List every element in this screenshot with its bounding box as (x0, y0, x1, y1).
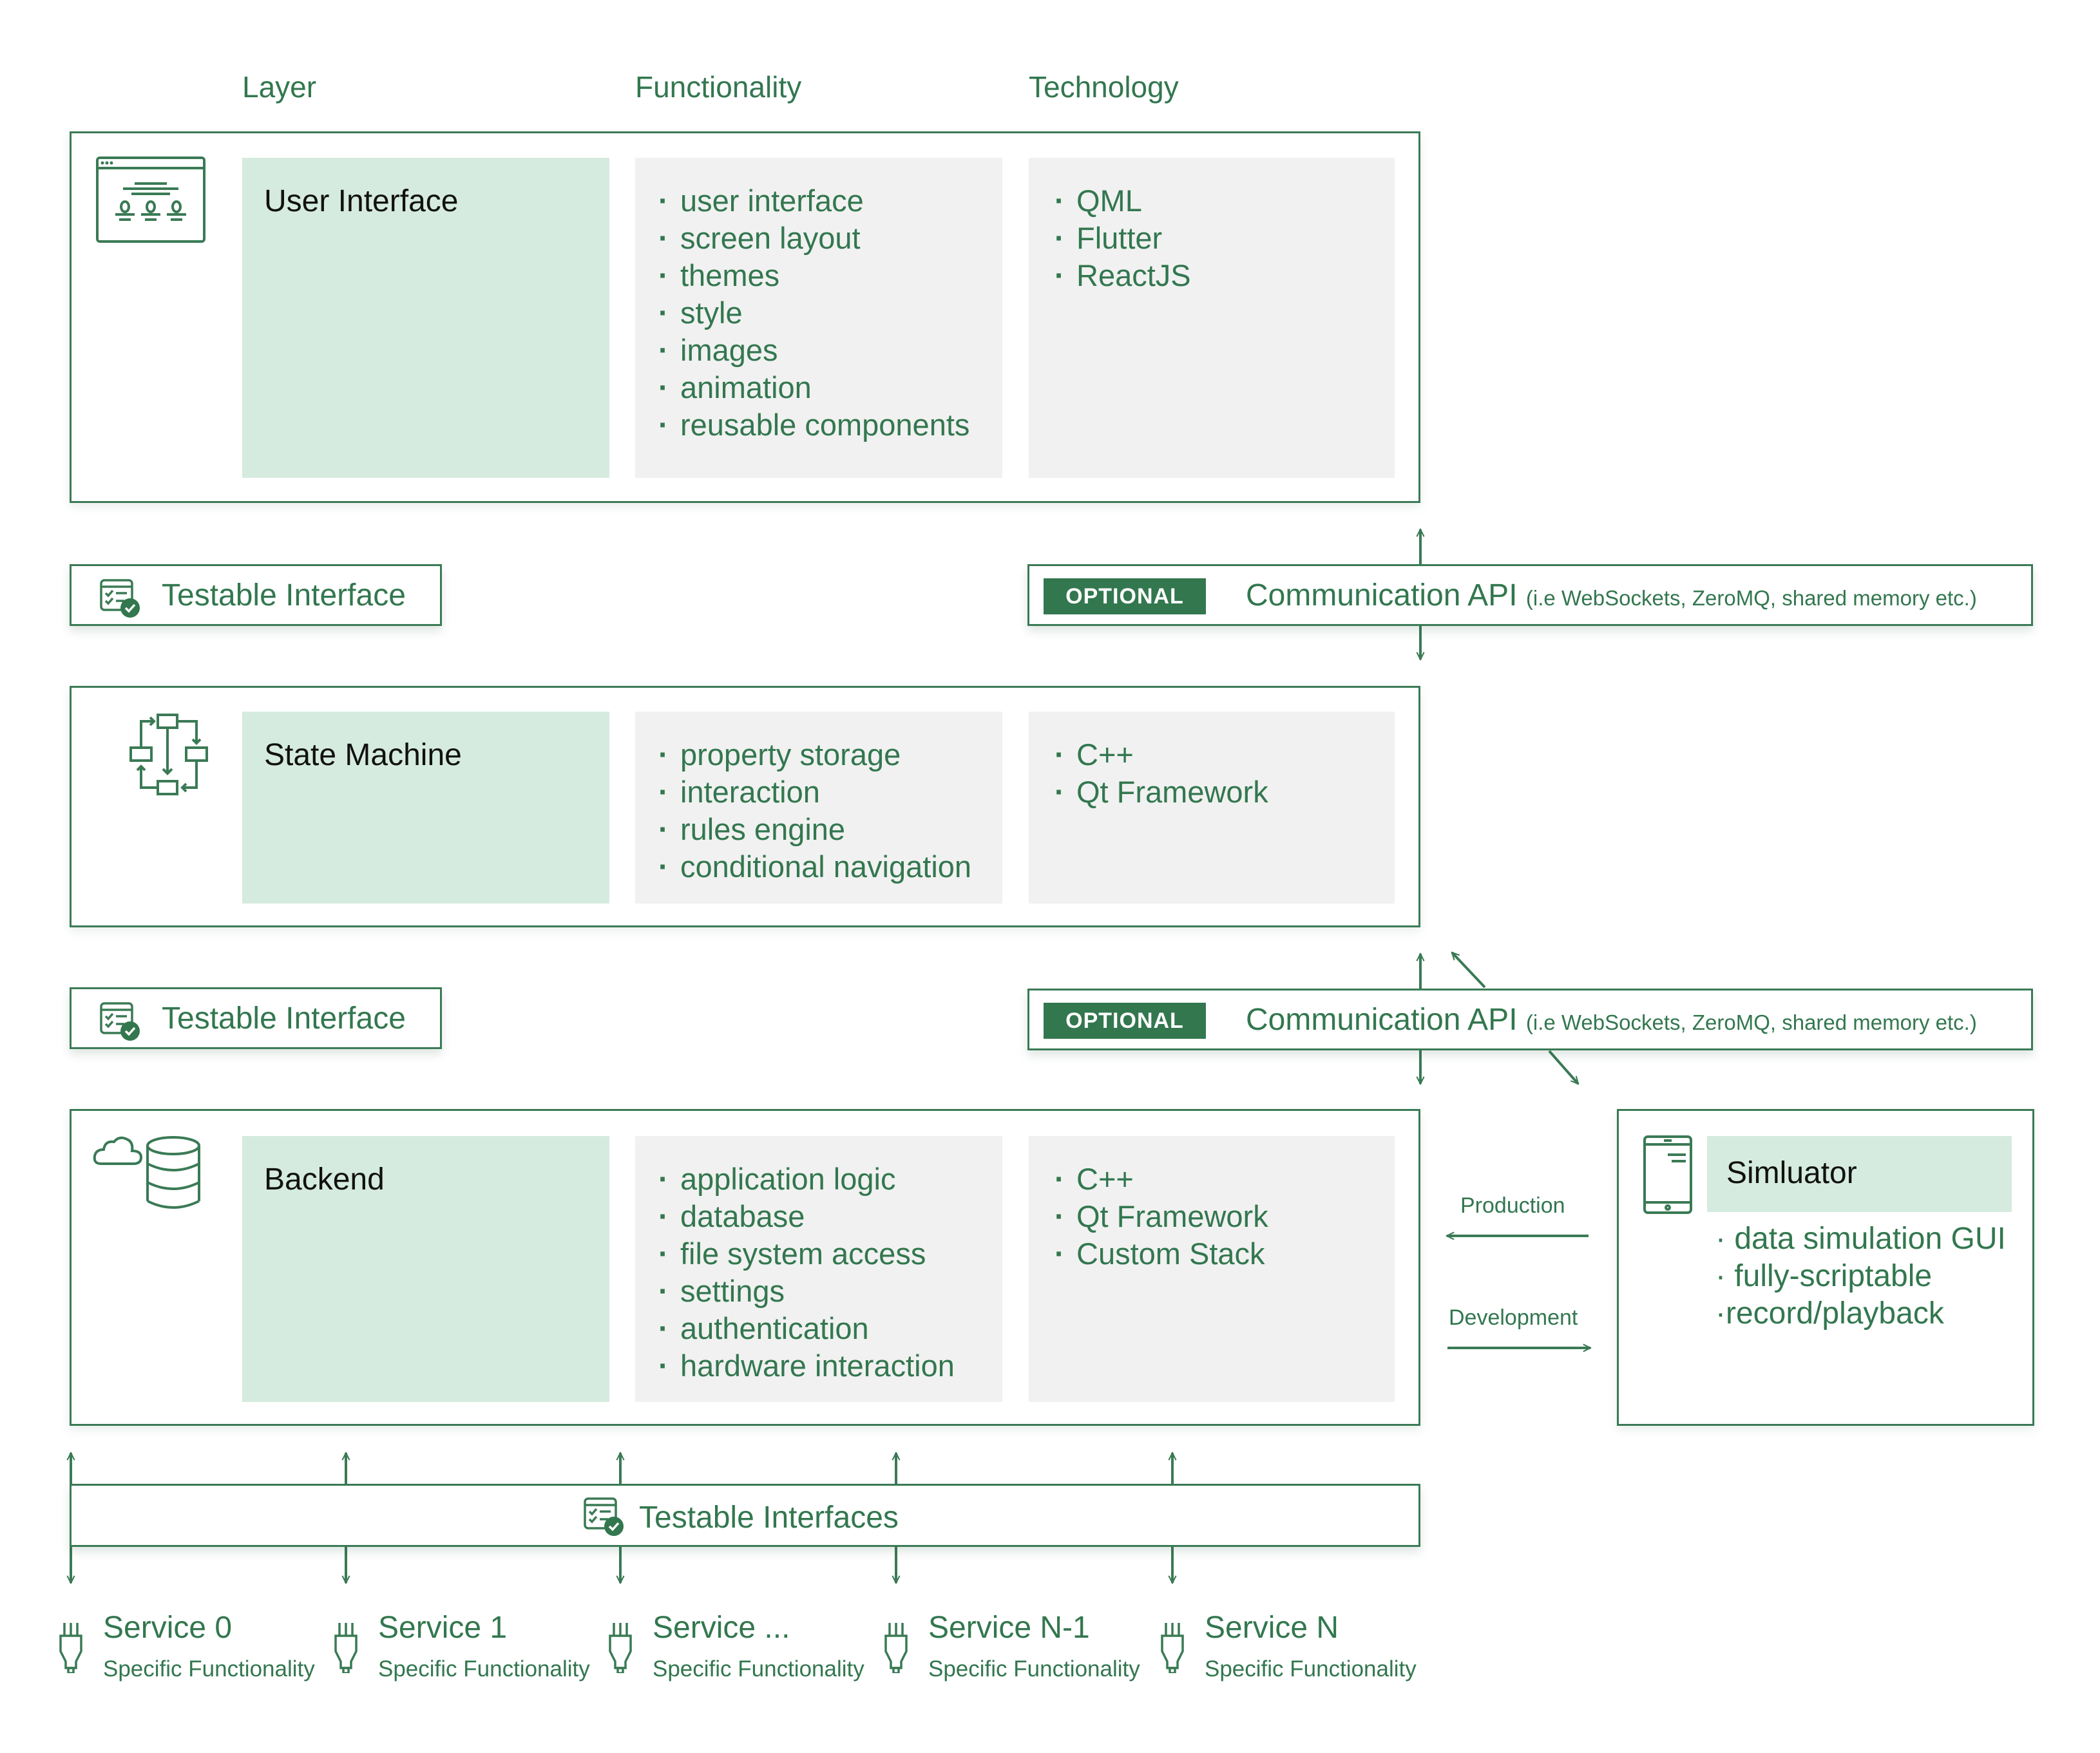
arrow-api2-diag-up (1452, 952, 1486, 989)
service-description: Specific Functionality (1205, 1656, 1417, 1682)
list-item: hardware interaction (658, 1347, 955, 1385)
service-name: Service N-1 (928, 1611, 1090, 1645)
functionality-list: user interface screen layout themes styl… (658, 182, 969, 444)
optional-badge: OPTIONAL (1044, 1003, 1206, 1039)
service-name: Service N (1205, 1611, 1339, 1645)
list-item: QML (1055, 182, 1191, 220)
technology-panel: QML Flutter ReactJS (1029, 158, 1395, 478)
communication-api-title: Communication API (i.e WebSockets, ZeroM… (1246, 1002, 1977, 1038)
api-subtitle-text: (i.e WebSockets, ZeroMQ, shared memory e… (1525, 586, 1977, 610)
technology-list: C++ Qt Framework Custom Stack (1055, 1161, 1268, 1273)
plug-icon (884, 1623, 908, 1673)
list-item: ReactJS (1055, 257, 1191, 294)
list-item: animation (658, 369, 969, 406)
cloud-database-icon (93, 1136, 200, 1209)
development-label: Development (1449, 1305, 1578, 1330)
simulator-title: Simluator (1726, 1156, 1857, 1190)
functionality-list: application logic database file system a… (658, 1161, 955, 1385)
service-description: Specific Functionality (928, 1656, 1140, 1682)
simulator-box: Simluator · data simulation GUI · fully-… (1617, 1109, 2034, 1426)
simulator-header: Simluator (1707, 1136, 2012, 1212)
api-title-text: Communication API (1246, 578, 1518, 612)
testable-interface-2: Testable Interface (70, 987, 442, 1049)
list-item: property storage (658, 736, 971, 773)
list-item: interaction (658, 773, 971, 811)
list-item: Qt Framework (1055, 773, 1268, 811)
list-item: reusable components (658, 406, 969, 444)
checklist-check-icon (100, 579, 140, 618)
checklist-check-icon (584, 1497, 624, 1536)
list-item: C++ (1055, 736, 1268, 773)
list-item: images (658, 332, 969, 369)
functionality-panel: application logic database file system a… (635, 1136, 1002, 1402)
communication-api-title: Communication API (i.e WebSockets, ZeroM… (1246, 578, 1977, 613)
layer-name: State Machine (264, 738, 462, 772)
service-description: Specific Functionality (378, 1656, 590, 1682)
communication-api-2: OPTIONAL Communication API (i.e WebSocke… (1027, 989, 2033, 1050)
list-item: authentication (658, 1310, 955, 1347)
technology-panel: C++ Qt Framework (1029, 712, 1395, 904)
list-item: Qt Framework (1055, 1198, 1268, 1235)
layer-backend: Backend application logic database file … (70, 1109, 1420, 1426)
list-item: application logic (658, 1161, 955, 1198)
plug-icon (59, 1623, 82, 1673)
plug-icon (1161, 1623, 1184, 1673)
simulator-features: · data simulation GUI · fully-scriptable… (1715, 1220, 2006, 1332)
layer-name-panel: State Machine (242, 712, 609, 904)
technology-panel: C++ Qt Framework Custom Stack (1029, 1136, 1395, 1402)
list-item: Flutter (1055, 220, 1191, 257)
list-item: · fully-scriptable (1715, 1259, 1933, 1293)
list-item: screen layout (658, 220, 969, 257)
communication-api-1: OPTIONAL Communication API (i.e WebSocke… (1027, 564, 2033, 626)
list-item: style (658, 294, 969, 332)
functionality-list: property storage interaction rules engin… (658, 736, 971, 886)
layer-name-panel: User Interface (242, 158, 609, 478)
list-item: user interface (658, 182, 969, 220)
list-item: themes (658, 257, 969, 294)
list-item: database (658, 1198, 955, 1235)
functionality-panel: user interface screen layout themes styl… (635, 158, 1002, 478)
api-subtitle-text: (i.e WebSockets, ZeroMQ, shared memory e… (1525, 1010, 1977, 1034)
list-item: conditional navigation (658, 848, 971, 886)
api-title-text: Communication API (1246, 1003, 1518, 1037)
testable-interface-label: Testable Interface (162, 1001, 406, 1036)
optional-badge: OPTIONAL (1044, 578, 1206, 614)
functionality-panel: property storage interaction rules engin… (635, 712, 1002, 904)
plug-icon (609, 1623, 632, 1673)
checklist-check-icon (100, 1002, 140, 1041)
layer-name-panel: Backend (242, 1136, 609, 1402)
list-item: rules engine (658, 811, 971, 848)
production-label: Production (1460, 1193, 1565, 1218)
service-name: Service 1 (378, 1611, 508, 1645)
list-item: ·record/playback (1715, 1296, 1944, 1331)
list-item: file system access (658, 1235, 955, 1273)
service-name: Service ... (653, 1611, 790, 1645)
list-item: settings (658, 1273, 955, 1310)
plug-icon (334, 1623, 358, 1673)
technology-list: QML Flutter ReactJS (1055, 182, 1191, 294)
service-name: Service 0 (103, 1611, 233, 1645)
list-item: C++ (1055, 1161, 1268, 1198)
layer-name: User Interface (264, 184, 459, 218)
layer-state-machine: State Machine property storage interacti… (70, 686, 1420, 927)
service-description: Specific Functionality (103, 1656, 315, 1682)
list-item: Custom Stack (1055, 1235, 1268, 1273)
testable-interfaces-label: Testable Interfaces (639, 1500, 899, 1535)
testable-interfaces-bar: Testable Interfaces (70, 1484, 1420, 1547)
state-flow-icon (129, 714, 208, 795)
testable-interface-label: Testable Interface (162, 578, 406, 612)
layer-user-interface: User Interface user interface screen lay… (70, 131, 1420, 503)
layer-name: Backend (264, 1162, 385, 1197)
list-item: · data simulation GUI (1715, 1222, 2006, 1256)
browser-window-icon (96, 156, 205, 243)
technology-list: C++ Qt Framework (1055, 736, 1268, 811)
service-description: Specific Functionality (653, 1656, 864, 1682)
mobile-device-icon (1643, 1135, 1692, 1214)
testable-interface-1: Testable Interface (70, 564, 442, 626)
arrow-api2-diag-down (1548, 1050, 1578, 1084)
